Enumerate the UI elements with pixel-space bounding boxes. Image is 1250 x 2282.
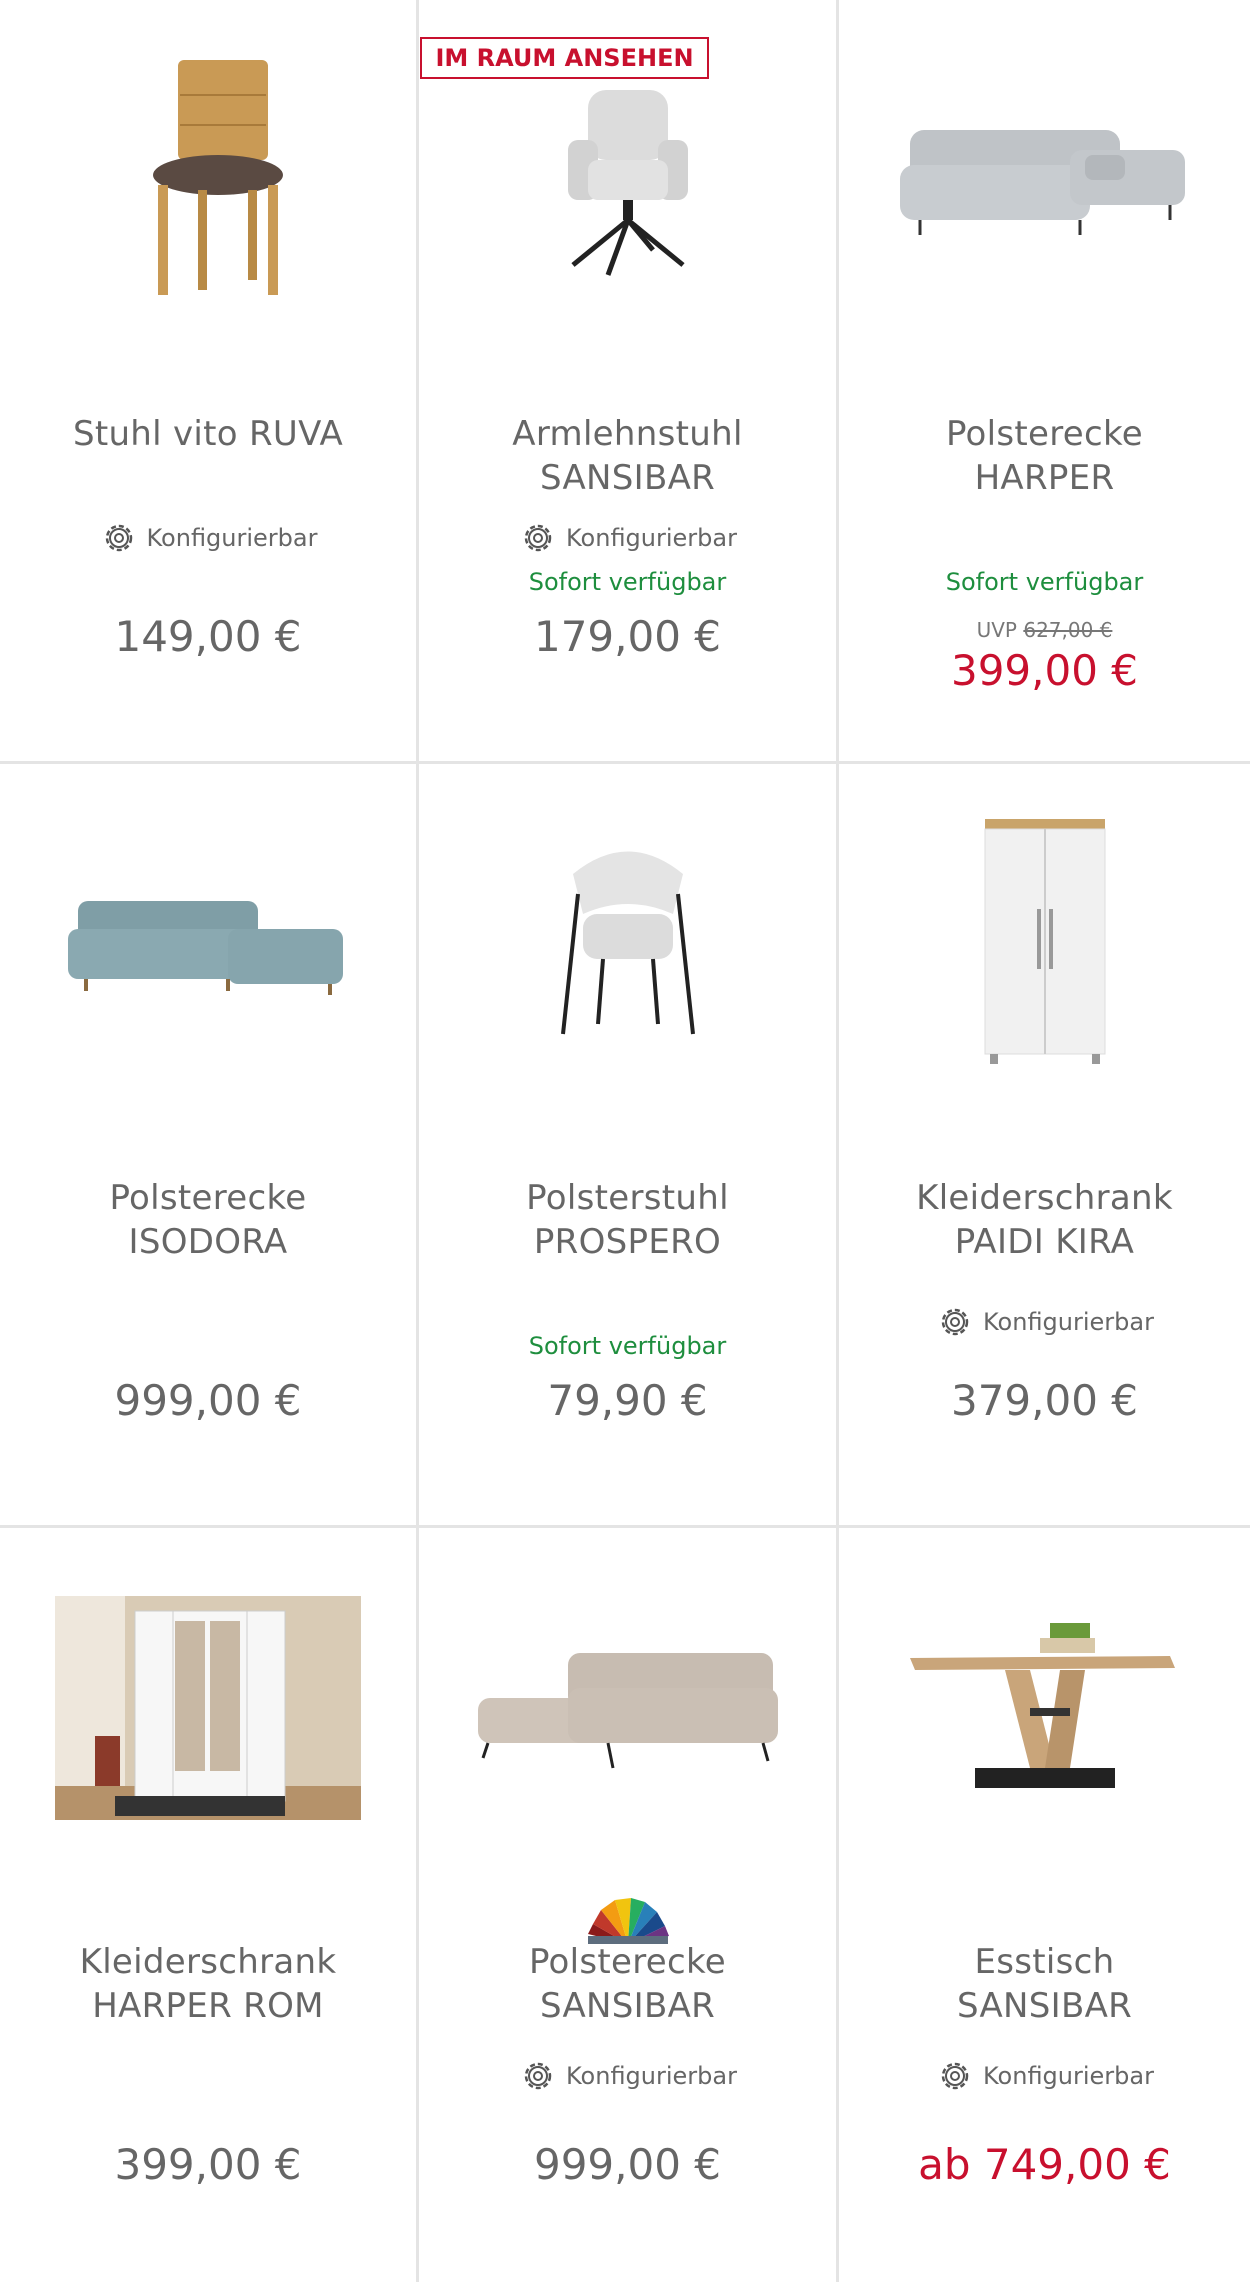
availability-label: Sofort verfügbar [528,568,727,596]
product-card-kleiderschrank-harper-rom[interactable]: Kleiderschrank HARPER ROM 399,00 € [0,1528,419,2282]
product-title[interactable]: Polsterstuhl PROSPERO [419,1176,836,1264]
product-price: 399,00 € [950,646,1139,695]
product-image[interactable] [419,1558,836,1858]
uvp-old-price: 627,00 € [1023,618,1113,642]
availability-label: Sofort verfügbar [945,568,1144,596]
product-image[interactable] [839,794,1250,1094]
white-wardrobe-icon [984,819,1105,1064]
product-image[interactable] [839,30,1250,330]
gear-icon [518,518,558,558]
gear-icon [518,2056,558,2096]
configurable-label: Konfigurierbar [839,2056,1250,2096]
product-card-armlehnstuhl-sansibar[interactable]: Armlehnstuhl SANSIBAR Konfigurierbar Sof… [419,0,839,764]
product-card-esstisch-sansibar[interactable]: Esstisch SANSIBAR Konfigurierbar ab 749,… [839,1528,1250,2282]
product-price: 999,00 € [533,2140,722,2189]
product-price: ab 749,00 € [918,2140,1171,2189]
product-card-stuhl-vito-ruva[interactable]: Stuhl vito RUVA Konfigurierbar 149,00 € [0,0,419,764]
product-card-kleiderschrank-paidi-kira[interactable]: Kleiderschrank PAIDI KIRA Konfigurierbar… [839,764,1250,1528]
configurable-text: Konfigurierbar [983,1308,1154,1336]
product-card-polsterecke-harper[interactable]: Polsterecke HARPER Sofort verfügbar UVP … [839,0,1250,764]
grey-corner-sofa-icon [899,130,1185,235]
blue-corner-sofa-icon [68,901,343,995]
product-price: 149,00 € [114,612,302,661]
product-title[interactable]: Armlehnstuhl SANSIBAR [419,412,836,500]
product-title[interactable]: Polsterecke SANSIBAR [419,1940,836,2028]
wardrobe-room-photo-icon [55,1596,361,1820]
configurable-label: Konfigurierbar [0,518,416,558]
configurable-label: Konfigurierbar [419,518,836,558]
product-image[interactable] [0,1558,416,1858]
product-image[interactable] [839,1558,1250,1858]
view-in-room-badge[interactable]: IM RAUM ANSEHEN [420,37,709,79]
gear-icon [935,2056,975,2096]
product-image[interactable] [0,30,416,330]
configurable-text: Konfigurierbar [566,524,737,552]
product-title[interactable]: Kleiderschrank HARPER ROM [0,1940,416,2028]
beige-corner-sofa-icon [477,1653,778,1769]
product-title[interactable]: Polsterecke ISODORA [0,1176,416,1264]
product-image[interactable] [0,794,416,1094]
product-price: 999,00 € [114,1376,302,1425]
product-price: 179,00 € [533,612,722,661]
product-image[interactable] [419,794,836,1094]
product-grid: Stuhl vito RUVA Konfigurierbar 149,00 € [0,0,1250,2282]
uvp-label: UVP 627,00 € [976,618,1113,642]
product-price: 399,00 € [114,2140,302,2189]
product-card-polsterstuhl-prospero[interactable]: Polsterstuhl PROSPERO Sofort verfügbar 7… [419,764,839,1528]
product-title[interactable]: Esstisch SANSIBAR [839,1940,1250,2028]
configurable-text: Konfigurierbar [146,524,318,552]
product-title[interactable]: Stuhl vito RUVA [0,412,416,456]
product-price: 379,00 € [950,1376,1139,1425]
availability-label: Sofort verfügbar [528,1332,727,1360]
product-price: 79,90 € [547,1376,708,1425]
wooden-chair-icon [153,60,283,295]
swivel-armchair-icon [567,90,688,276]
gear-icon [99,518,139,558]
upholstered-chair-icon [560,851,695,1035]
product-card-polsterecke-sansibar[interactable]: Polsterecke SANSIBAR Konfigurierbar 999,… [419,1528,839,2282]
dining-table-icon [909,1623,1175,1788]
color-variants-icon[interactable] [419,1896,836,1946]
configurable-label: Konfigurierbar [839,1302,1250,1342]
configurable-text: Konfigurierbar [983,2062,1154,2090]
product-title[interactable]: Kleiderschrank PAIDI KIRA [839,1176,1250,1264]
product-card-polsterecke-isodora[interactable]: Polsterecke ISODORA 999,00 € [0,764,419,1528]
gear-icon [935,1302,975,1342]
product-title[interactable]: Polsterecke HARPER [839,412,1250,500]
configurable-text: Konfigurierbar [566,2062,737,2090]
configurable-label: Konfigurierbar [419,2056,836,2096]
